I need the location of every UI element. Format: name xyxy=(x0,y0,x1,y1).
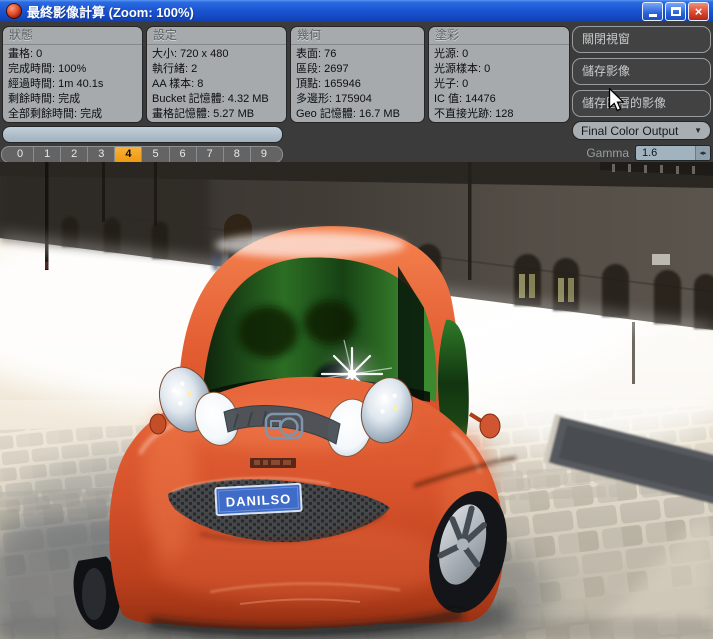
app-icon xyxy=(6,3,22,19)
progress-bar xyxy=(2,126,283,143)
status-panel-title: 狀態 xyxy=(3,27,142,45)
shading-row: 光源: 0 xyxy=(434,48,469,60)
geometry-panel: 幾何 表面: 76 區段: 2697 頂點: 165946 多邊形: 17590… xyxy=(290,26,425,123)
shading-panel: 塗彩 光源: 0 光源樣本: 0 光子: 0 IC 值: 14476 不直接光跡… xyxy=(428,26,570,123)
maximize-button[interactable] xyxy=(665,1,686,21)
settings-row: 畫格記憶體: 5.27 MB xyxy=(152,108,255,120)
settings-row: 大小: 720 x 480 xyxy=(152,48,229,60)
license-plate: DANILSO xyxy=(214,482,303,517)
settings-panel-title: 設定 xyxy=(147,27,286,45)
geometry-row: 頂點: 165946 xyxy=(296,78,361,90)
minimize-icon xyxy=(648,14,657,17)
bucket-4[interactable]: 4 xyxy=(115,147,143,162)
status-row: 剩餘時間: 完成 xyxy=(8,93,81,105)
facade-sign xyxy=(652,254,670,265)
shading-row: IC 值: 14476 xyxy=(434,93,496,105)
geometry-row: Geo 記憶體: 16.7 MB xyxy=(296,108,400,120)
settings-row: Bucket 記憶體: 4.32 MB xyxy=(152,93,269,105)
gamma-spinner[interactable]: ◂▸ xyxy=(695,145,710,160)
bucket-7[interactable]: 7 xyxy=(197,147,224,162)
minimize-button[interactable] xyxy=(642,1,663,21)
shading-row: 不直接光跡: 128 xyxy=(434,108,514,120)
gamma-value: 1.6 xyxy=(642,146,658,159)
bucket-5[interactable]: 5 xyxy=(142,147,170,162)
hood-nameplate xyxy=(250,458,296,468)
close-button[interactable]: × xyxy=(688,1,709,21)
bucket-0[interactable]: 0 xyxy=(7,147,35,162)
gamma-label: Gamma xyxy=(586,145,629,160)
render-stats-toolbar: 狀態 畫格: 0 完成時間: 100% 經過時間: 1m 40.1s 剩餘時間:… xyxy=(0,22,713,163)
status-row: 畫格: 0 xyxy=(8,48,43,60)
bucket-9[interactable]: 9 xyxy=(251,147,277,162)
geometry-row: 表面: 76 xyxy=(296,48,337,60)
save-image-button[interactable]: 儲存影像 xyxy=(572,58,711,85)
close-window-button[interactable]: 關閉視窗 xyxy=(572,26,711,53)
status-row: 完成時間: 100% xyxy=(8,63,87,75)
window-title: 最終影像計算 (Zoom: 100%) xyxy=(27,4,194,20)
bucket-6[interactable]: 6 xyxy=(170,147,197,162)
geometry-row: 區段: 2697 xyxy=(296,63,349,75)
settings-row: AA 樣本: 8 xyxy=(152,78,204,90)
gamma-input[interactable]: 1.6 ◂▸ xyxy=(635,144,711,161)
shading-panel-title: 塗彩 xyxy=(429,27,569,45)
color-output-value: Final Color Output xyxy=(581,123,679,138)
title-bar[interactable]: 最終影像計算 (Zoom: 100%) × xyxy=(0,0,713,22)
geometry-row: 多邊形: 175904 xyxy=(296,93,372,105)
settings-panel: 設定 大小: 720 x 480 執行緒: 2 AA 樣本: 8 Bucket … xyxy=(146,26,287,123)
bucket-index-row: 0 1 2 3 4 5 6 7 8 9 xyxy=(1,146,283,163)
maximize-icon xyxy=(670,6,681,16)
shading-row: 光源樣本: 0 xyxy=(434,63,491,75)
settings-row: 執行緒: 2 xyxy=(152,63,198,75)
shading-row: 光子: 0 xyxy=(434,78,469,90)
chevron-down-icon: ▼ xyxy=(694,126,702,135)
status-row: 全部剩餘時間: 完成 xyxy=(8,108,103,120)
rendered-scene: DANILSO xyxy=(0,162,713,639)
bucket-8[interactable]: 8 xyxy=(224,147,251,162)
status-row: 經過時間: 1m 40.1s xyxy=(8,78,104,90)
color-output-dropdown[interactable]: Final Color Output ▼ xyxy=(572,121,711,140)
status-panel: 狀態 畫格: 0 完成時間: 100% 經過時間: 1m 40.1s 剩餘時間:… xyxy=(2,26,143,123)
render-viewport[interactable]: DANILSO xyxy=(0,162,713,639)
bucket-3[interactable]: 3 xyxy=(88,147,116,162)
bucket-1[interactable]: 1 xyxy=(34,147,62,162)
close-icon: × xyxy=(694,3,703,19)
save-layered-image-button[interactable]: 儲存圖層的影像 xyxy=(572,90,711,117)
geometry-panel-title: 幾何 xyxy=(291,27,424,45)
bucket-2[interactable]: 2 xyxy=(61,147,89,162)
